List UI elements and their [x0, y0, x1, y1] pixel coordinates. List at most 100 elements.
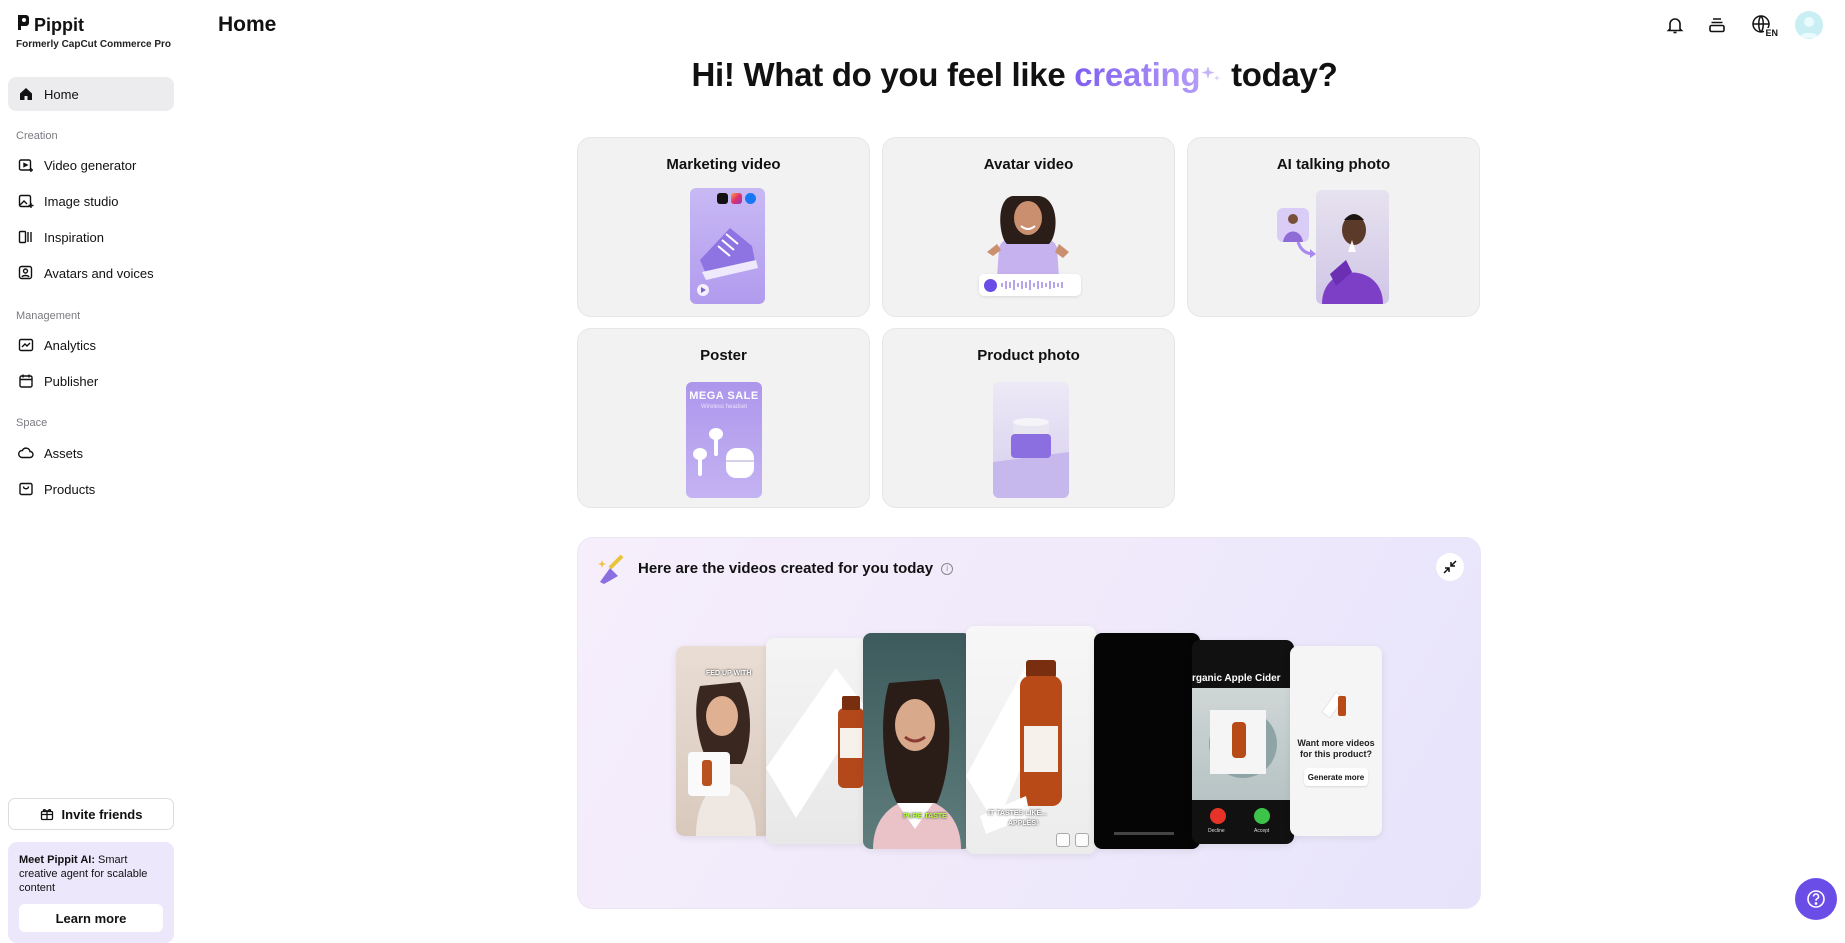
- video-card-6-phone-call[interactable]: rganic Apple Cider Decline Accept: [1192, 640, 1294, 844]
- facebook-icon: [745, 193, 756, 204]
- sidebar-item-label: Video generator: [44, 157, 137, 173]
- headline-text-start: Hi! What do you feel like: [691, 56, 1075, 93]
- avatar-video-card[interactable]: Avatar video: [882, 137, 1175, 317]
- video-caption-apples: APPLES!: [1008, 820, 1039, 827]
- poster-card[interactable]: Poster MEGA SALE Wireless headset: [577, 328, 870, 508]
- collapse-button[interactable]: [1436, 553, 1464, 581]
- card-title: Poster: [700, 347, 747, 364]
- video-dark-screen: [1114, 832, 1174, 835]
- broom-sparkle-icon: [596, 552, 630, 591]
- notification-bell-icon[interactable]: [1663, 13, 1687, 37]
- video-caption-tastes-like: IT TASTES LIKE...: [988, 810, 1047, 817]
- sidebar-item-publisher[interactable]: Publisher: [8, 364, 174, 398]
- calendar-icon: [19, 374, 33, 388]
- analytics-icon: [18, 338, 34, 352]
- section-label-space: Space: [16, 417, 48, 429]
- promo-bold: Meet Pippit AI:: [19, 854, 95, 866]
- poster-thumbnail: MEGA SALE Wireless headset: [686, 382, 762, 498]
- small-bottle-icon: [1321, 691, 1346, 719]
- download-icon[interactable]: [1056, 833, 1070, 847]
- inspiration-icon: [18, 230, 32, 244]
- sidebar-item-label: Assets: [44, 445, 84, 461]
- ai-talking-photo-card[interactable]: AI talking photo: [1187, 137, 1480, 317]
- voice-waveform-bar: [979, 274, 1081, 296]
- video-card-4-featured[interactable]: IT TASTES LIKE... APPLES!: [966, 626, 1096, 854]
- card-title: AI talking photo: [1276, 156, 1391, 173]
- card-title: Marketing video: [666, 156, 781, 173]
- sidebar-item-avatars-voices[interactable]: Avatars and voices: [8, 256, 174, 290]
- welcome-headline: Hi! What do you feel like creating today…: [0, 56, 1845, 94]
- sidebar-item-products[interactable]: Products: [8, 472, 174, 506]
- sidebar-item-analytics[interactable]: Analytics: [8, 328, 174, 362]
- sidebar-item-label: Products: [44, 481, 96, 497]
- section-label-management: Management: [16, 310, 81, 322]
- sidebar-item-label: Avatars and voices: [44, 265, 154, 281]
- sidebar-item-assets[interactable]: Assets: [8, 436, 174, 470]
- brand[interactable]: Pippit Formerly CapCut Commerce Pro: [16, 14, 172, 51]
- stack-layers-icon[interactable]: [1705, 13, 1729, 37]
- sidebar-item-image-studio[interactable]: Image studio: [8, 184, 174, 218]
- videos-panel-title-text: Here are the videos created for you toda…: [638, 560, 934, 577]
- video-caption-pure-taste: PURE TASTE: [903, 813, 947, 820]
- video-card-1[interactable]: FED UP WITH: [676, 646, 771, 836]
- sidebar-item-label: Inspiration: [44, 229, 104, 245]
- video-caption-organic: rganic Apple Cider: [1192, 673, 1281, 684]
- waveform-icon: [1001, 280, 1063, 290]
- videos-panel: Here are the videos created for you toda…: [577, 537, 1481, 909]
- generate-more-prompt: Want more videos for this product?: [1297, 738, 1375, 759]
- instagram-icon: [731, 193, 742, 204]
- videos-panel-title: Here are the videos created for you toda…: [638, 560, 954, 577]
- earbuds-illustration: [693, 428, 754, 478]
- invite-friends-button[interactable]: Invite friends: [8, 798, 174, 830]
- sneaker-illustration: [697, 228, 758, 296]
- tiktok-icon: [717, 193, 728, 204]
- invite-friends-label: Invite friends: [61, 806, 143, 822]
- brand-name: Pippit: [34, 14, 84, 35]
- pippit-logo-icon: [16, 14, 30, 36]
- image-add-icon: [18, 194, 34, 208]
- product-box-icon: [19, 482, 33, 496]
- sidebar-item-label: Image studio: [44, 193, 119, 209]
- card-title: Avatar video: [983, 156, 1074, 173]
- product-photo-card[interactable]: Product photo: [882, 328, 1175, 508]
- fullscreen-icon[interactable]: [1075, 833, 1089, 847]
- help-button[interactable]: [1795, 878, 1837, 920]
- video-card-3[interactable]: PURE TASTE: [863, 633, 971, 849]
- gift-icon: [40, 809, 53, 821]
- sidebar-item-inspiration[interactable]: Inspiration: [8, 220, 174, 254]
- cloud-icon: [18, 447, 34, 459]
- sidebar-item-label: Analytics: [44, 337, 97, 353]
- user-avatar[interactable]: [1795, 11, 1823, 39]
- generate-more-card[interactable]: Want more videos for this product? Gener…: [1290, 646, 1382, 836]
- marketing-video-card[interactable]: Marketing video: [577, 137, 870, 317]
- collapse-arrows-icon: [1443, 560, 1457, 574]
- avatar-voice-icon: [18, 265, 33, 280]
- product-bottle-illustration: [766, 668, 866, 818]
- learn-more-button[interactable]: Learn more: [19, 904, 163, 932]
- man-portrait-illustration: [1322, 214, 1383, 304]
- generate-more-button[interactable]: Generate more: [1304, 768, 1368, 786]
- video-card-5[interactable]: [1094, 633, 1200, 849]
- cider-bottle-icon: [1209, 710, 1277, 778]
- decline-label: Decline: [1208, 828, 1225, 834]
- decline-call-icon[interactable]: [1210, 808, 1226, 824]
- small-portrait-illustration: [1283, 214, 1303, 242]
- info-icon[interactable]: i: [941, 562, 954, 575]
- cream-jar-illustration: [993, 418, 1069, 498]
- brand-subtitle: Formerly CapCut Commerce Pro: [16, 39, 172, 50]
- play-icon: [984, 278, 997, 292]
- video-caption-fed-up: FED UP WITH: [706, 670, 752, 677]
- video-card-2[interactable]: [766, 638, 866, 844]
- accept-call-icon[interactable]: [1254, 808, 1270, 824]
- help-question-icon: [1807, 890, 1825, 908]
- language-badge: EN: [1764, 28, 1779, 38]
- language-globe-icon[interactable]: EN: [1747, 13, 1779, 38]
- caption-highlight: PURE TASTE: [903, 813, 947, 820]
- sidebar: Pippit Formerly CapCut Commerce Pro Home…: [0, 0, 184, 943]
- user-icon: [1799, 17, 1819, 38]
- sidebar-item-video-generator[interactable]: Video generator: [8, 148, 174, 182]
- sidebar-item-label: Publisher: [44, 373, 99, 389]
- arrow-icon: [1296, 241, 1316, 258]
- sparkle-icon: [1200, 56, 1222, 94]
- promo-text: Meet Pippit AI: Smart creative agent for…: [19, 853, 163, 895]
